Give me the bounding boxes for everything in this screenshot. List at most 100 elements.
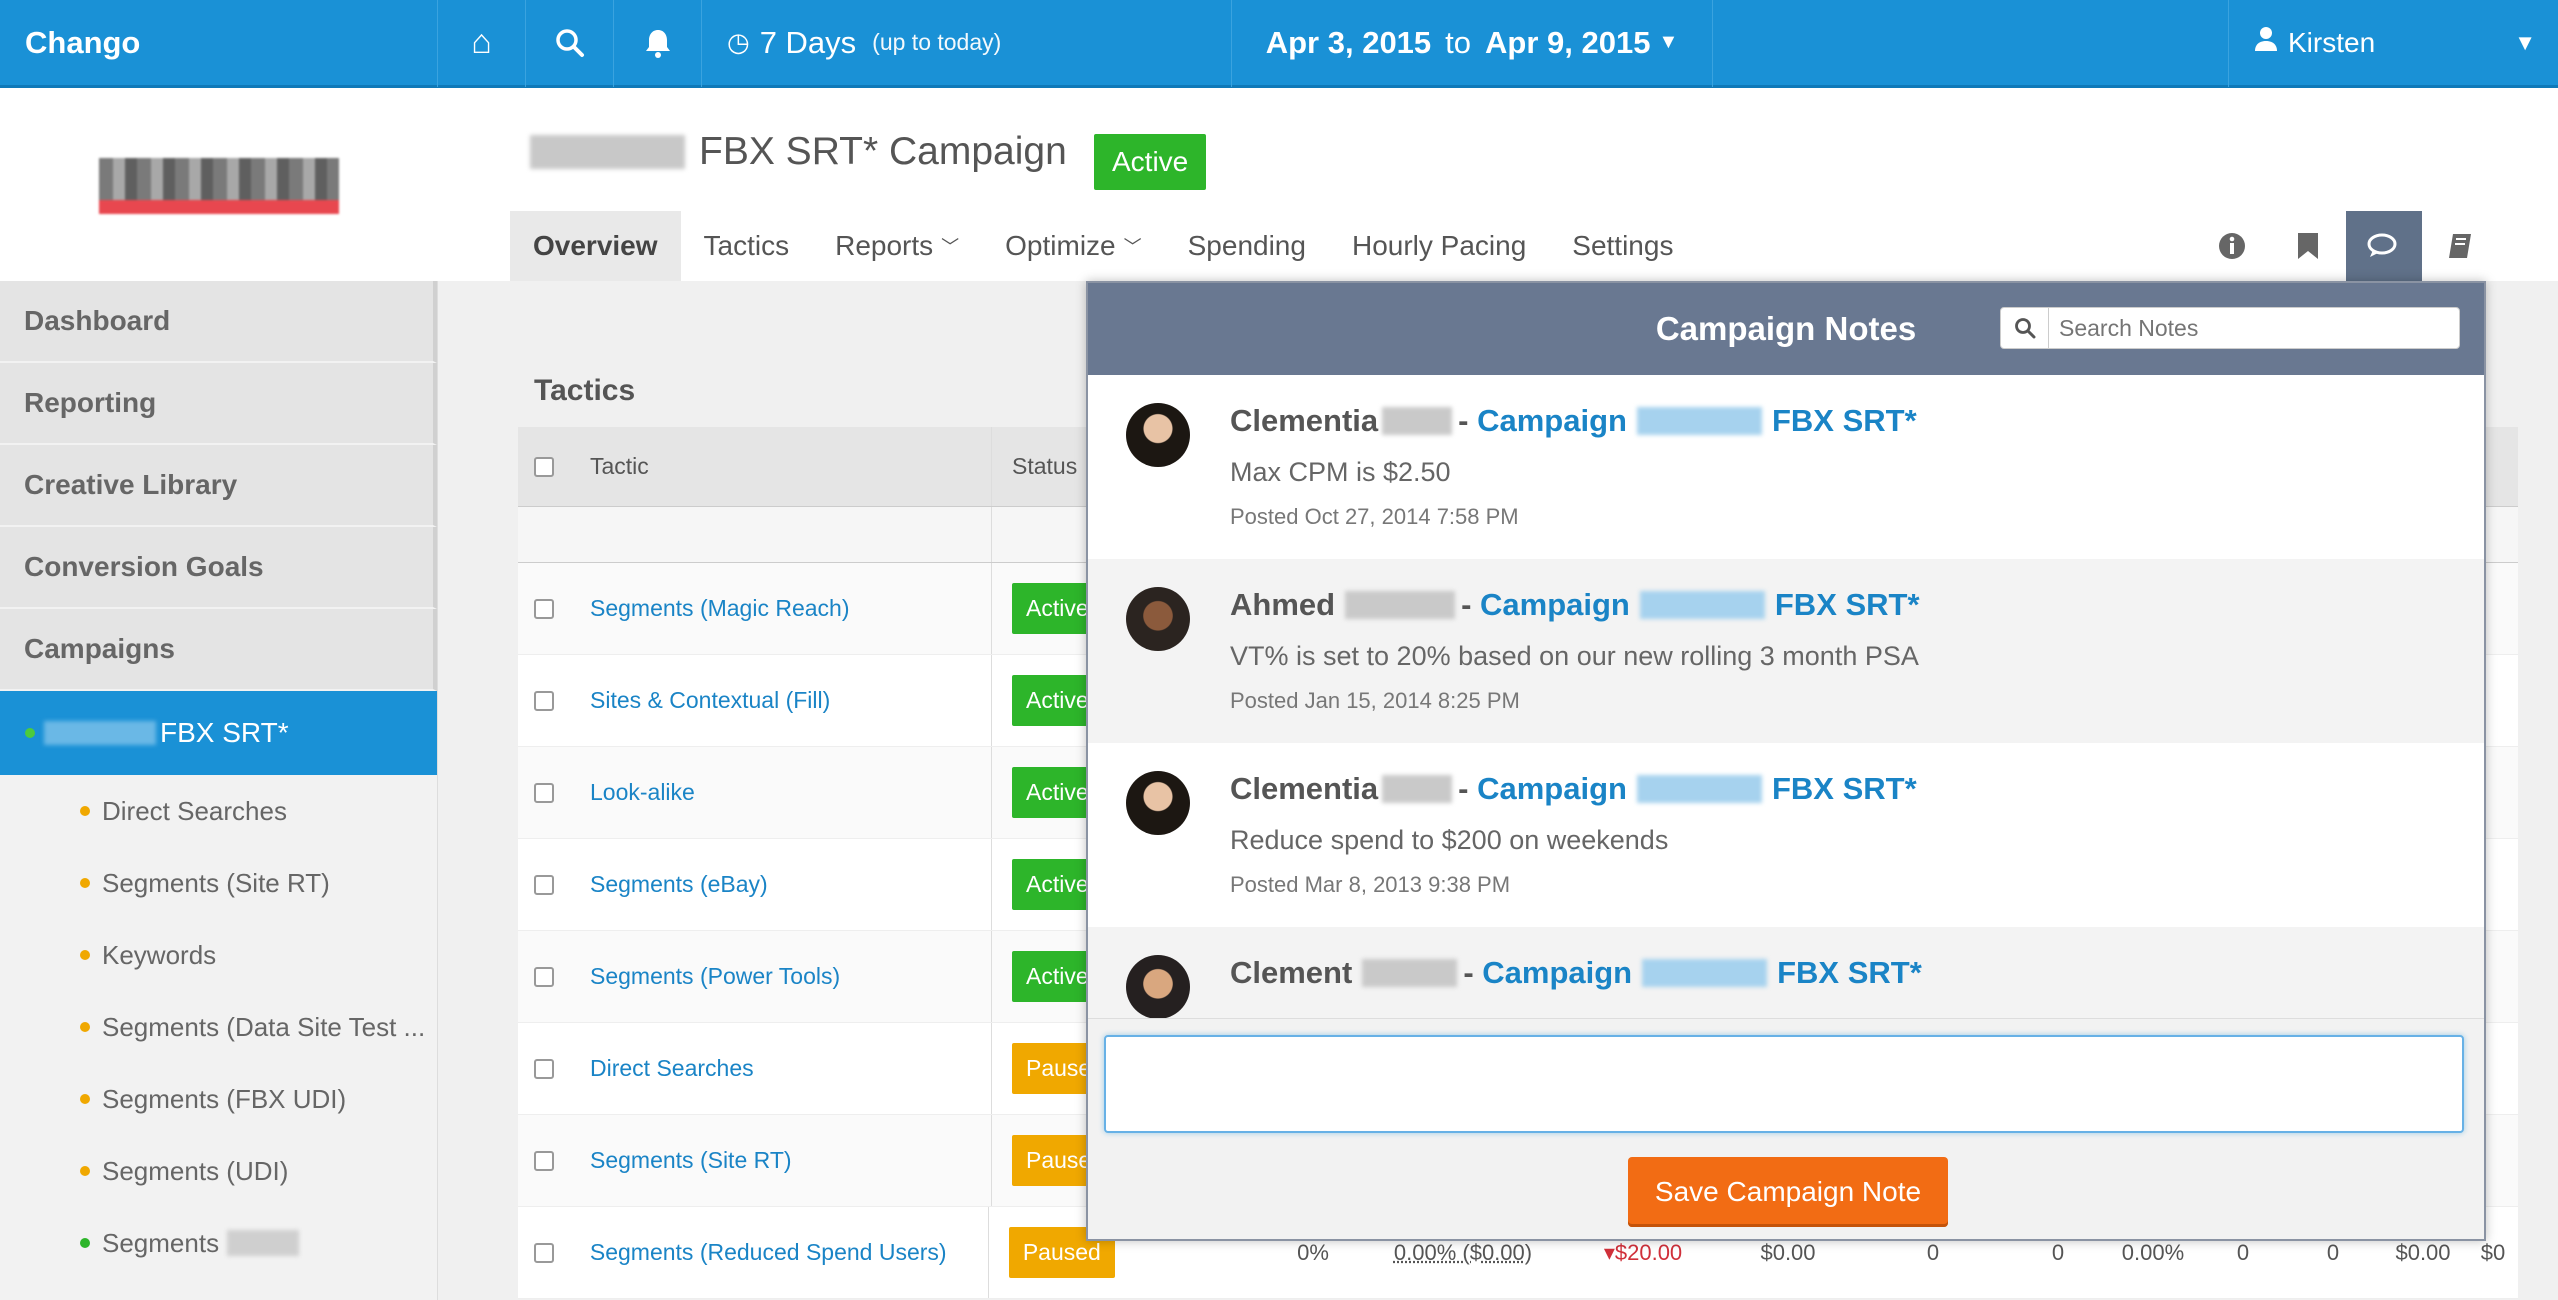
sidebar-item-dashboard[interactable]: Dashboard: [0, 281, 437, 363]
row-checkbox[interactable]: [534, 1058, 554, 1079]
stat-cell: $0: [2480, 1239, 2506, 1265]
tactic-link[interactable]: Segments (Power Tools): [554, 931, 992, 1022]
bookmark-icon[interactable]: [2270, 211, 2346, 281]
status-dot: [25, 728, 35, 738]
tactic-link[interactable]: Segments (eBay): [554, 839, 992, 930]
sidebar-item-reporting[interactable]: Reporting: [0, 363, 437, 445]
note-campaign-link[interactable]: Campaign FBX SRT*: [1480, 587, 1920, 623]
note-campaign-link[interactable]: Campaign FBX SRT*: [1482, 955, 1922, 991]
home-icon[interactable]: ⌂: [438, 0, 526, 87]
search-icon[interactable]: [2001, 308, 2049, 348]
row-checkbox[interactable]: [534, 782, 554, 803]
tactic-link[interactable]: Segments (Reduced Spend Users): [554, 1207, 989, 1298]
row-checkbox[interactable]: [534, 966, 554, 987]
sidebar-active-campaign[interactable]: FBX SRT*: [0, 691, 437, 775]
note-date: Posted Jan 15, 2014 8:25 PM: [1230, 688, 1520, 713]
tactic-link[interactable]: Look-alike: [554, 747, 992, 838]
note-header: Clement - Campaign FBX SRT*: [1230, 951, 2446, 995]
brand-logo[interactable]: Chango: [0, 0, 438, 87]
campaign-tabs: Overview Tactics Reports ﹀ Optimize ﹀ Spen…: [510, 211, 1696, 281]
tab-tactics[interactable]: Tactics: [681, 211, 813, 281]
tab-label: Settings: [1572, 230, 1674, 261]
tactics-heading: Tactics: [534, 374, 636, 407]
separator: -: [1458, 403, 1478, 438]
date-range-preset[interactable]: ◷ 7 Days (up to today): [702, 0, 1232, 87]
status-dot: [80, 1166, 90, 1176]
sidebar-tactic-item[interactable]: Segments: [0, 1207, 437, 1279]
bell-icon[interactable]: [614, 0, 702, 87]
redacted-text: [530, 135, 685, 169]
search-icon[interactable]: [526, 0, 614, 87]
campaign-title: FBX SRT* Campaign: [530, 130, 1067, 174]
row-checkbox[interactable]: [534, 1150, 554, 1171]
sidebar-tactic-item[interactable]: Keywords: [0, 919, 437, 991]
note-date: Posted Oct 27, 2014 7:58 PM: [1230, 504, 1519, 529]
tab-overview[interactable]: Overview: [510, 211, 681, 281]
sidebar-tactic-item[interactable]: Segments (Data Site Test ...: [0, 991, 437, 1063]
row-checkbox[interactable]: [534, 874, 554, 895]
tactic-label: Segments (UDI): [102, 1155, 289, 1186]
campaign-link-suffix: FBX SRT*: [1771, 403, 1917, 438]
sidebar-item-creative-library[interactable]: Creative Library: [0, 445, 437, 527]
tactic-label: Segments (Data Site Test ...: [102, 1011, 426, 1042]
redacted-text: [1345, 591, 1456, 619]
user-name: Kirsten: [2288, 26, 2376, 58]
sidebar-item-campaigns[interactable]: Campaigns: [0, 609, 437, 691]
stat-cell: 0.00%: [2121, 1239, 2185, 1265]
row-checkbox[interactable]: [534, 1242, 554, 1263]
avatar: [1126, 771, 1190, 835]
tactic-label: Segments (Site RT): [102, 867, 330, 898]
stat-cell: 0%: [1297, 1239, 1329, 1265]
save-campaign-note-button[interactable]: Save Campaign Note: [1628, 1157, 1948, 1227]
notebook-icon[interactable]: [2422, 211, 2498, 281]
redacted-text: [1636, 775, 1762, 803]
sidebar-tactic-item[interactable]: Direct Searches: [0, 775, 437, 847]
tactic-link[interactable]: Sites & Contextual (Fill): [554, 655, 992, 746]
select-all-checkbox[interactable]: [534, 456, 554, 477]
tab-spending[interactable]: Spending: [1165, 211, 1329, 281]
tab-label: Tactics: [703, 230, 790, 261]
navbar-spacer: [1712, 0, 2228, 87]
note-item: Clementia - Campaign FBX SRT* Max CPM is $…: [1088, 375, 2484, 559]
note-campaign-link[interactable]: Campaign FBX SRT*: [1477, 403, 1917, 439]
date-range-picker[interactable]: Apr 3, 2015 to Apr 9, 2015 ▼: [1232, 0, 1712, 87]
campaign-link-text: Campaign: [1480, 587, 1630, 622]
tab-hourly-pacing[interactable]: Hourly Pacing: [1329, 211, 1549, 281]
user-menu[interactable]: Kirsten ▼: [2228, 0, 2558, 87]
search-notes-input[interactable]: [2049, 314, 2459, 342]
redacted-text: [1639, 591, 1765, 619]
note-textarea[interactable]: [1104, 1035, 2464, 1133]
tab-settings[interactable]: Settings: [1549, 211, 1696, 281]
redacted-text: [1362, 959, 1458, 987]
sidebar-tactic-item[interactable]: Segments (Site RT): [0, 847, 437, 919]
status-dot: [80, 1022, 90, 1032]
separator: -: [1463, 955, 1483, 990]
tab-optimize[interactable]: Optimize ﹀: [982, 211, 1164, 281]
tactic-link[interactable]: Segments (Site RT): [554, 1115, 992, 1206]
col-tactic-header[interactable]: Tactic: [554, 427, 992, 506]
separator: -: [1458, 771, 1478, 806]
comments-icon[interactable]: [2346, 211, 2422, 281]
note-campaign-link[interactable]: Campaign FBX SRT*: [1477, 771, 1917, 807]
status-dot: [80, 950, 90, 960]
campaign-name: FBX SRT*: [160, 717, 289, 748]
row-checkbox[interactable]: [534, 598, 554, 619]
row-checkbox[interactable]: [534, 690, 554, 711]
redacted-text: [1642, 959, 1768, 987]
tactic-link[interactable]: Segments (Magic Reach): [554, 563, 992, 654]
date-from: Apr 3, 2015: [1265, 24, 1432, 60]
note-author: Clementia: [1230, 403, 1379, 438]
campaign-link-suffix: FBX SRT*: [1777, 955, 1922, 990]
sidebar-tactic-item[interactable]: Segments (UDI): [0, 1135, 437, 1207]
notes-search: [2000, 307, 2460, 349]
caret-down-icon: ▼: [1658, 31, 1679, 53]
stat-cell: 0: [2236, 1239, 2250, 1265]
sidebar-tactic-item[interactable]: Segments (FBX UDI): [0, 1063, 437, 1135]
clock-icon: ◷: [727, 27, 750, 57]
chevron-down-icon: ﹀: [941, 237, 960, 257]
status-dot: [80, 878, 90, 888]
info-icon[interactable]: [2194, 211, 2270, 281]
sidebar-item-conversion-goals[interactable]: Conversion Goals: [0, 527, 437, 609]
tab-reports[interactable]: Reports ﹀: [812, 211, 982, 281]
tactic-link[interactable]: Direct Searches: [554, 1023, 992, 1114]
